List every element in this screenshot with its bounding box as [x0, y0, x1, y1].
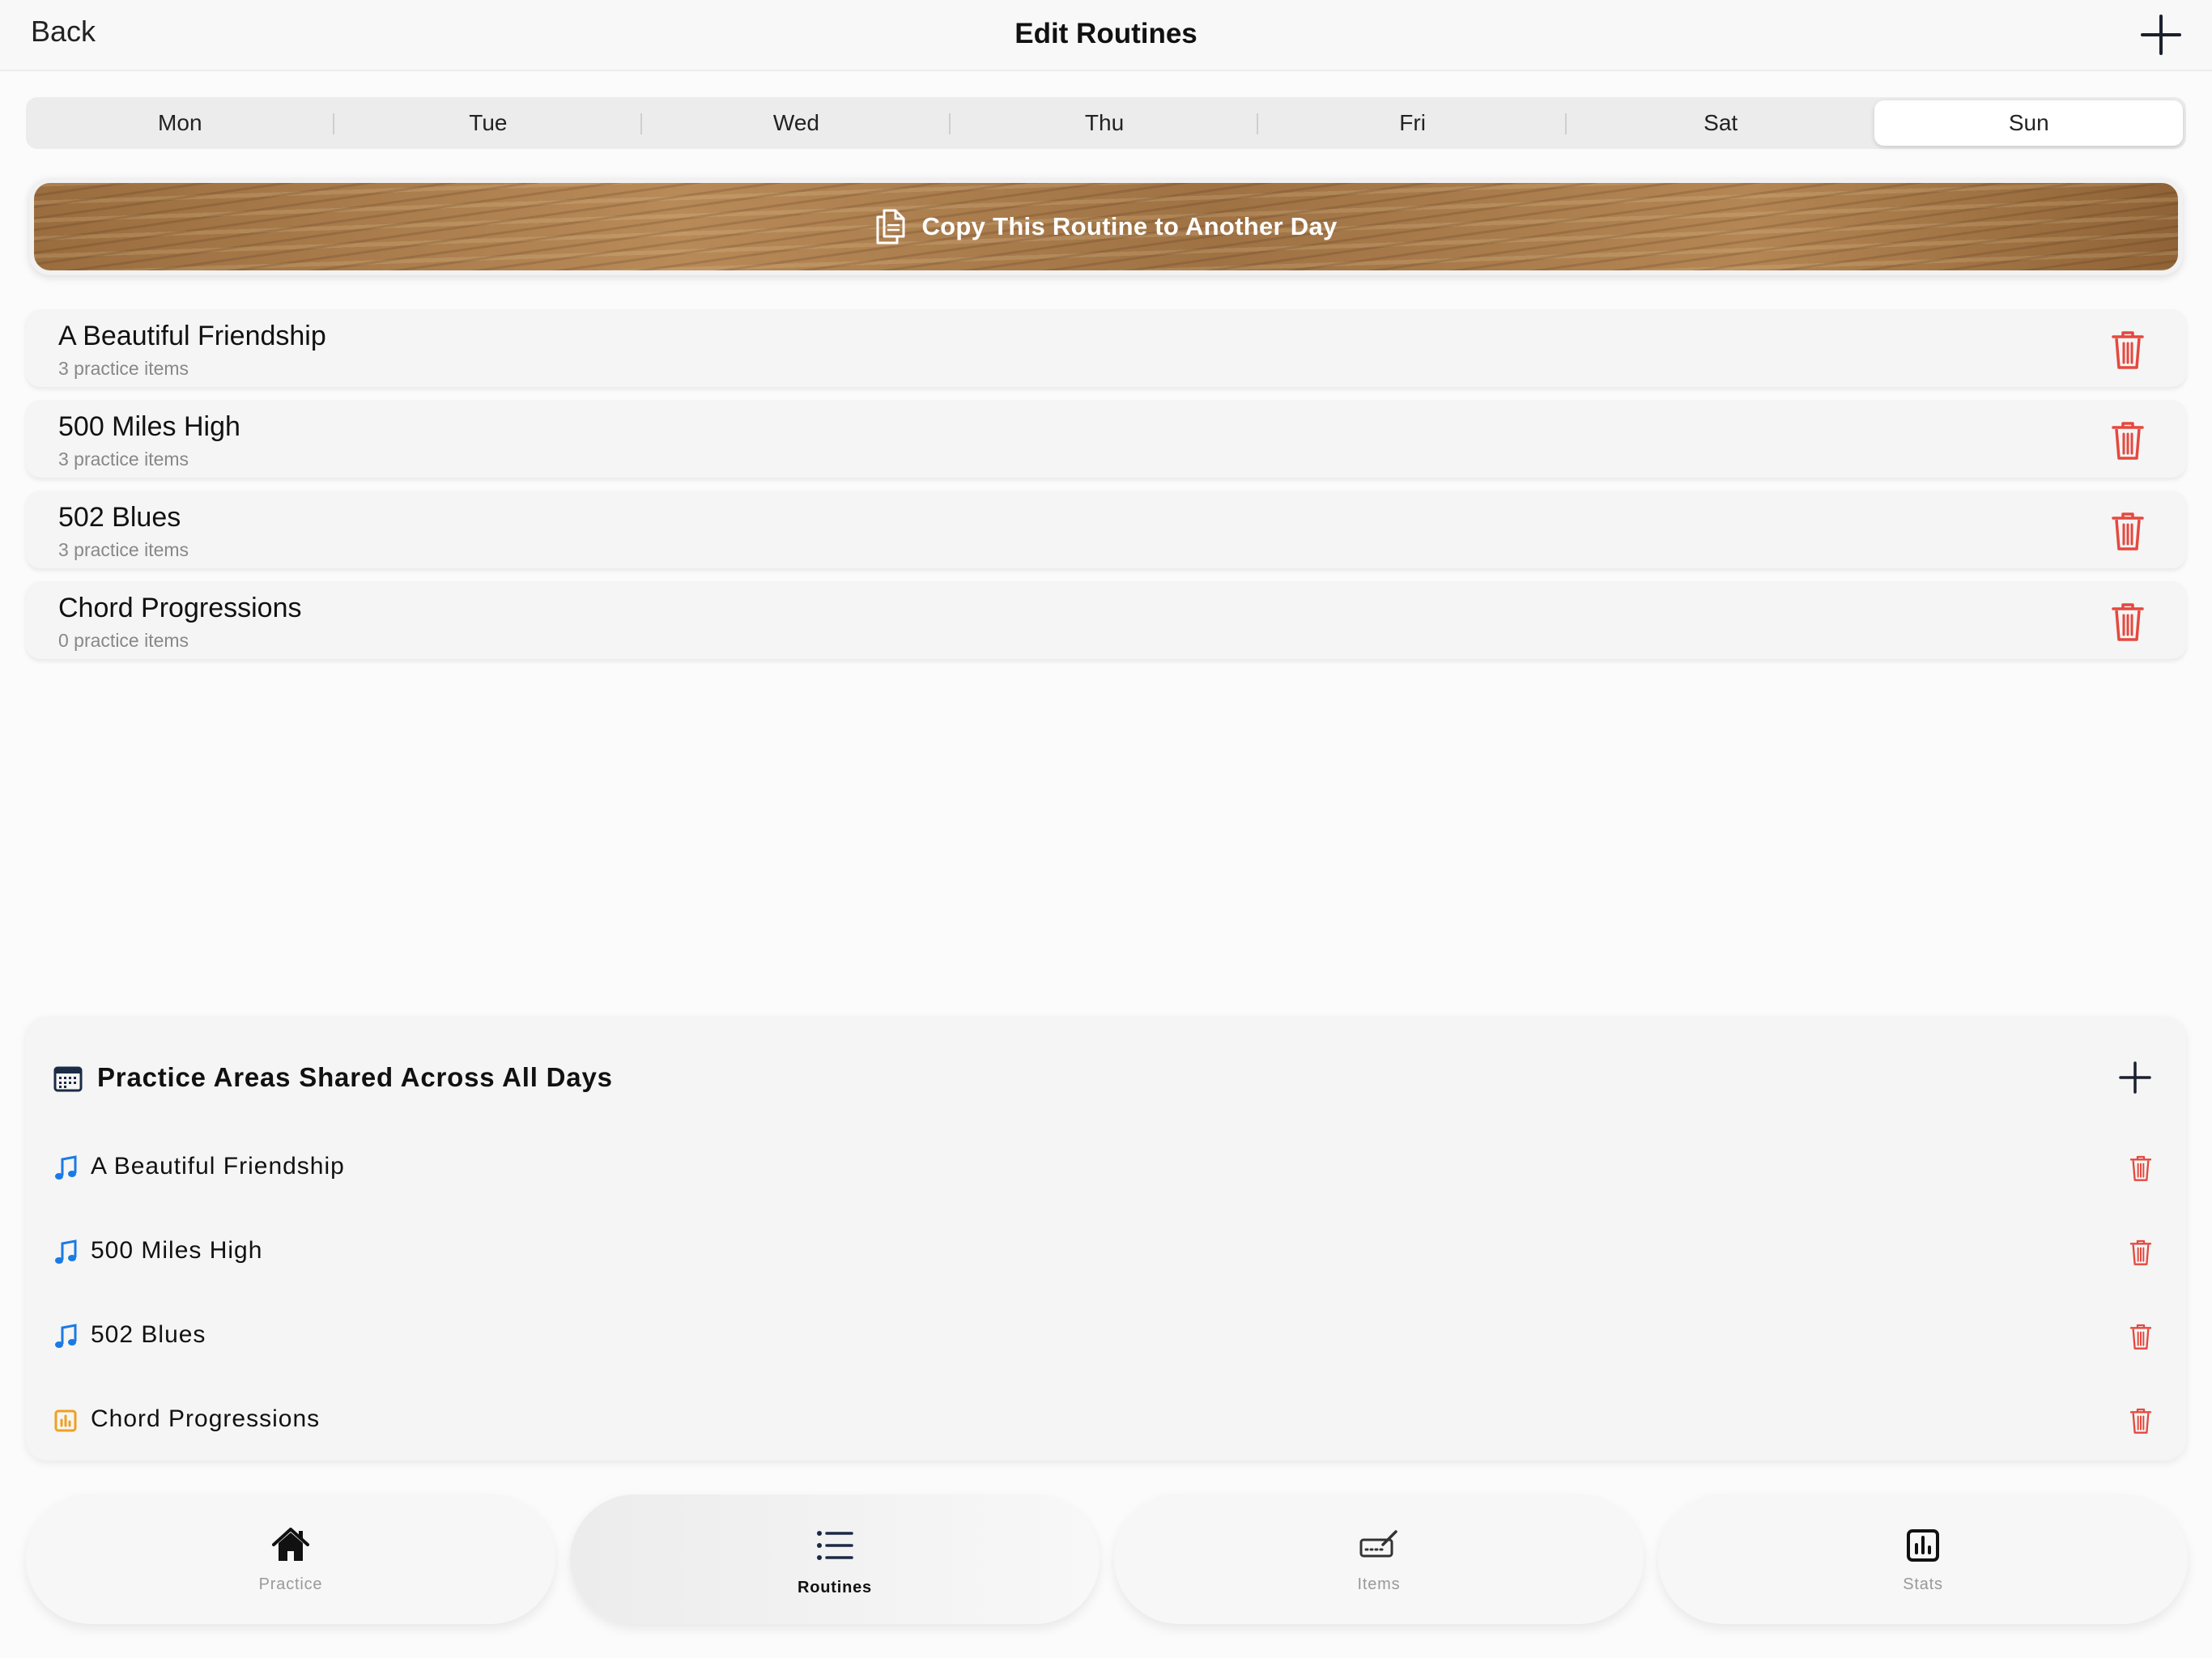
- routine-item-count: 3 practice items: [58, 539, 189, 560]
- copy-document-icon: [876, 209, 905, 244]
- trash-icon: [2129, 1408, 2152, 1434]
- music-note-icon: [55, 1324, 77, 1348]
- trash-icon: [2112, 331, 2144, 369]
- tab-label: Practice: [258, 1575, 323, 1593]
- shared-area-name: Chord Progressions: [91, 1405, 321, 1432]
- bar-chart-icon: [1907, 1529, 1939, 1562]
- day-selector: Mon Tue Wed Thu Fri Sat Sun: [26, 97, 2186, 149]
- tab-items[interactable]: Items: [1114, 1494, 1644, 1624]
- delete-shared-area-button[interactable]: [2128, 1154, 2154, 1183]
- day-tab-mon[interactable]: Mon: [26, 100, 334, 146]
- delete-routine-button[interactable]: [2108, 419, 2147, 461]
- routine-name: Chord Progressions: [58, 593, 302, 623]
- routine-item-count: 0 practice items: [58, 630, 189, 651]
- day-tab-sun[interactable]: Sun: [1874, 100, 2184, 146]
- shared-area-name: 502 Blues: [91, 1321, 206, 1348]
- house-icon: [272, 1528, 309, 1561]
- routine-row[interactable]: 500 Miles High 3 practice items: [26, 400, 2186, 478]
- music-note-icon: [55, 1155, 77, 1180]
- add-routine-button[interactable]: [2138, 11, 2184, 58]
- keyboard-pencil-icon: [1359, 1530, 1397, 1558]
- shared-area-row[interactable]: 502 Blues: [26, 1300, 2186, 1373]
- routine-item-count: 3 practice items: [58, 358, 189, 379]
- delete-shared-area-button[interactable]: [2128, 1238, 2154, 1267]
- trash-icon: [2112, 603, 2144, 641]
- navigation-bar: Back Edit Routines: [0, 0, 2212, 71]
- shared-area-name: A Beautiful Friendship: [91, 1153, 345, 1180]
- trash-icon: [2112, 422, 2144, 460]
- routine-row[interactable]: 502 Blues 3 practice items: [26, 491, 2186, 568]
- copy-routine-button[interactable]: Copy This Routine to Another Day: [29, 178, 2183, 275]
- trash-icon: [2129, 1155, 2152, 1181]
- routine-item-count: 3 practice items: [58, 449, 189, 470]
- tab-practice[interactable]: Practice: [26, 1494, 555, 1624]
- delete-routine-button[interactable]: [2108, 510, 2147, 552]
- delete-routine-button[interactable]: [2108, 329, 2147, 371]
- tab-bar: Practice Routines Items Stats: [0, 1491, 2212, 1637]
- routine-name: 500 Miles High: [58, 411, 240, 442]
- shared-area-row[interactable]: Chord Progressions: [26, 1384, 2186, 1457]
- shared-area-name: 500 Miles High: [91, 1237, 263, 1264]
- tab-label: Items: [1357, 1575, 1401, 1593]
- list-icon: [817, 1531, 853, 1560]
- routine-list: A Beautiful Friendship 3 practice items …: [26, 309, 2186, 672]
- plus-icon: [2119, 1061, 2151, 1094]
- trash-icon: [2112, 512, 2144, 551]
- page-title: Edit Routines: [1015, 18, 1197, 49]
- add-shared-area-button[interactable]: [2116, 1059, 2154, 1096]
- tab-label: Routines: [798, 1579, 872, 1596]
- shared-practice-areas-panel: Practice Areas Shared Across All Days A …: [26, 1017, 2186, 1460]
- delete-shared-area-button[interactable]: [2128, 1406, 2154, 1435]
- calendar-icon: [53, 1066, 83, 1092]
- routine-row[interactable]: Chord Progressions 0 practice items: [26, 581, 2186, 659]
- shared-area-row[interactable]: 500 Miles High: [26, 1216, 2186, 1289]
- shared-area-row[interactable]: A Beautiful Friendship: [26, 1132, 2186, 1205]
- tab-routines[interactable]: Routines: [570, 1494, 1100, 1624]
- music-note-icon: [55, 1239, 77, 1264]
- routine-row[interactable]: A Beautiful Friendship 3 practice items: [26, 309, 2186, 387]
- plus-icon: [2141, 15, 2181, 55]
- trash-icon: [2129, 1324, 2152, 1350]
- delete-shared-area-button[interactable]: [2128, 1322, 2154, 1351]
- day-tab-wed[interactable]: Wed: [642, 100, 951, 146]
- routine-name: 502 Blues: [58, 502, 181, 533]
- tab-label: Stats: [1903, 1575, 1943, 1593]
- trash-icon: [2129, 1239, 2152, 1265]
- tab-stats[interactable]: Stats: [1658, 1494, 2188, 1624]
- chart-square-icon: [54, 1409, 77, 1432]
- day-tab-fri[interactable]: Fri: [1258, 100, 1567, 146]
- routine-name: A Beautiful Friendship: [58, 321, 326, 351]
- delete-routine-button[interactable]: [2108, 601, 2147, 643]
- day-tab-thu[interactable]: Thu: [951, 100, 1259, 146]
- day-tab-tue[interactable]: Tue: [334, 100, 643, 146]
- copy-routine-label: Copy This Routine to Another Day: [921, 212, 1338, 240]
- day-tab-sat[interactable]: Sat: [1567, 100, 1875, 146]
- shared-panel-title: Practice Areas Shared Across All Days: [97, 1062, 613, 1092]
